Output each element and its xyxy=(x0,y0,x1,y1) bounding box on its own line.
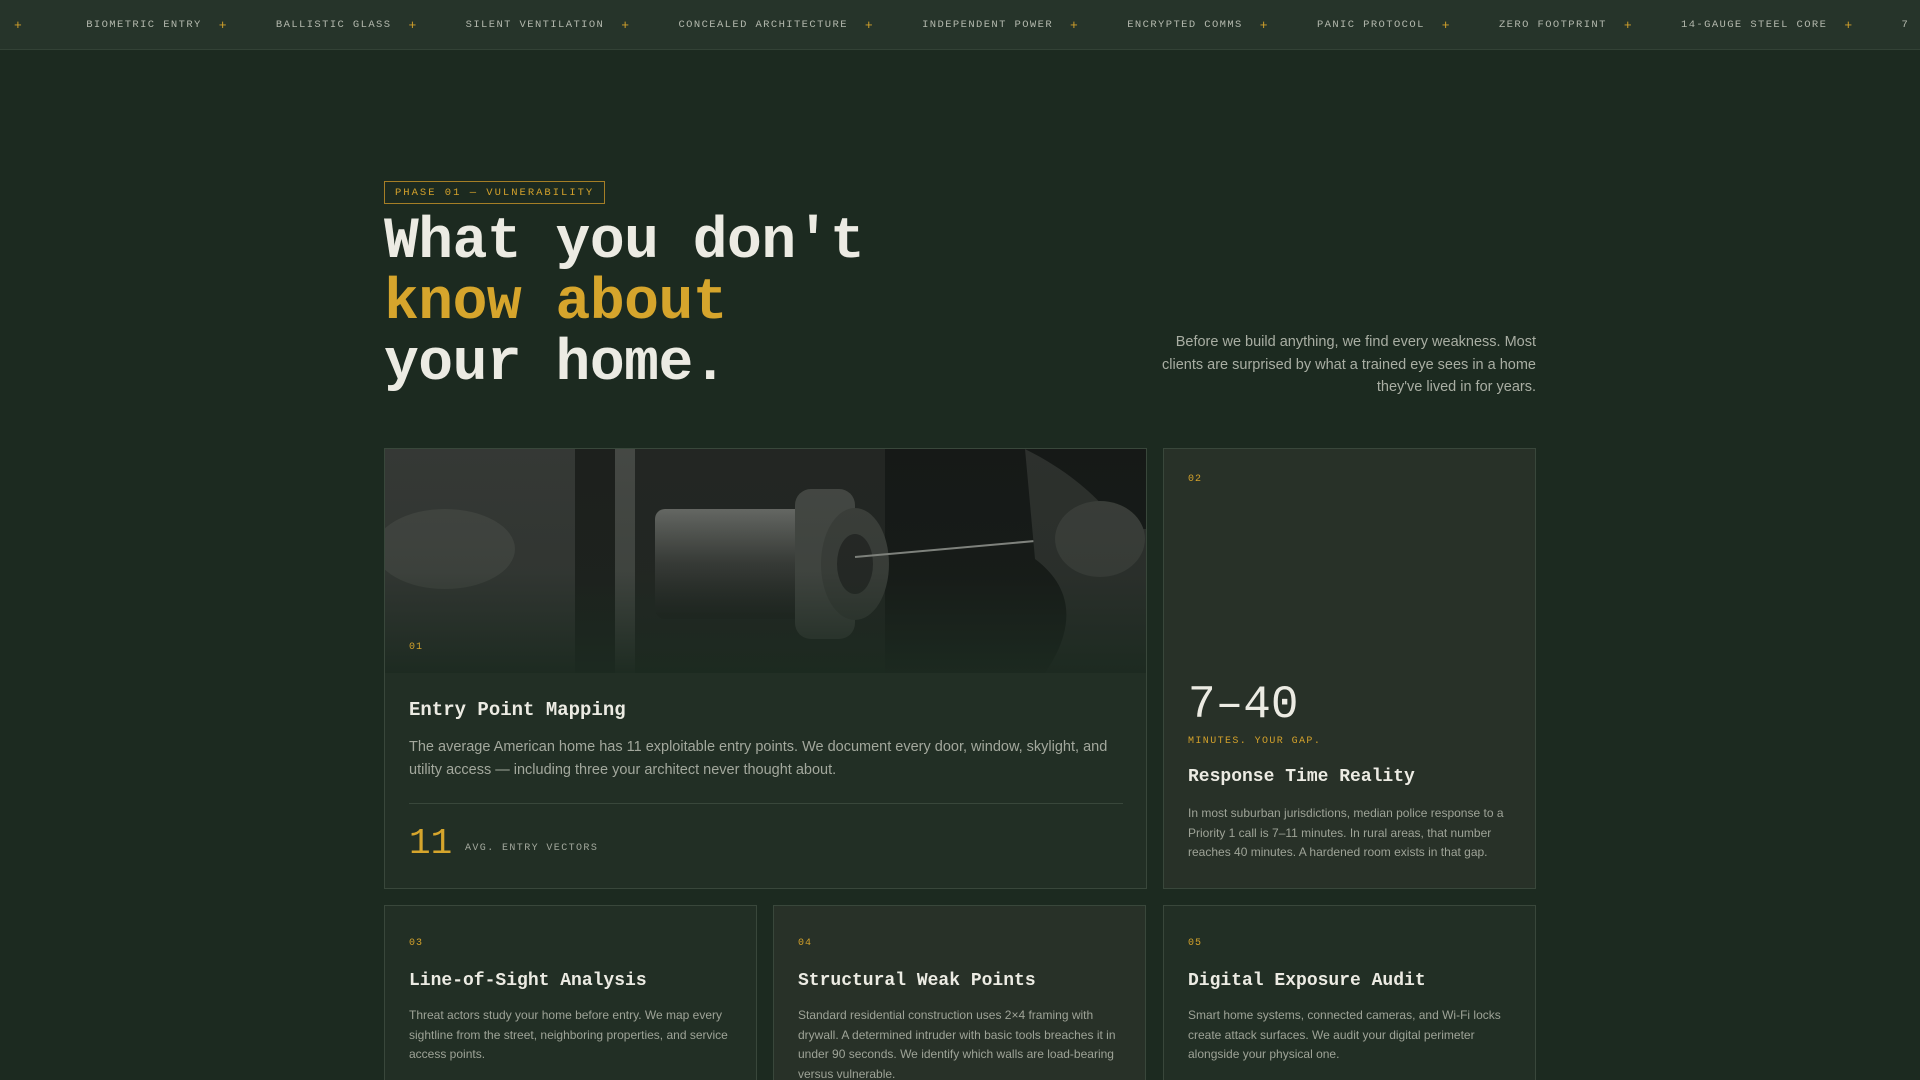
ticker-item-label: PANIC PROTOCOL xyxy=(1316,19,1425,31)
page-headline: What you don't know about your home. xyxy=(384,210,865,397)
card-title: Line-of-Sight Analysis xyxy=(409,971,647,991)
card-title: Entry Point Mapping xyxy=(409,699,626,721)
card-line-of-sight: 03 Line-of-Sight Analysis Threat actors … xyxy=(384,905,757,1080)
card-number: 01 xyxy=(409,642,424,653)
card-number: 02 xyxy=(1188,474,1203,485)
ticker-item: 14-GAUGE STEEL CORE + xyxy=(1681,18,1854,33)
response-range-stat: 7–40 xyxy=(1188,679,1299,731)
ticker-plus-icon: + xyxy=(1259,17,1269,33)
response-range-label: MINUTES. YOUR GAP. xyxy=(1188,736,1322,747)
ticker-item: SILENT VENTILATION + xyxy=(466,18,631,33)
ticker-item: INDEPENDENT POWER + xyxy=(922,18,1079,33)
ticker-lead-plus-icon: + xyxy=(14,17,24,33)
ticker-item-label: CONCEALED ARCHITECTURE xyxy=(678,19,848,31)
headline-line-2-accent: know about xyxy=(384,271,728,336)
ticker-item: CONCEALED ARCHITECTURE + xyxy=(678,18,874,33)
lock-picking-photo xyxy=(385,449,1146,673)
card-digital-exposure: 05 Digital Exposure Audit Smart home sys… xyxy=(1163,905,1536,1080)
card-entry-point-mapping: 01 Entry Point Mapping The average Ameri… xyxy=(384,448,1147,889)
ticker-item: ENCRYPTED COMMS + xyxy=(1127,18,1269,33)
feature-ticker: + BIOMETRIC ENTRY + BALLISTIC GLASS + SILENT… xyxy=(0,0,1920,50)
ticker-plus-icon: + xyxy=(1844,17,1854,33)
card-description: In most suburban jurisdictions, median p… xyxy=(1188,806,1504,859)
headline-line-1: What you don't xyxy=(384,210,865,275)
ticker-item-label: BALLISTIC GLASS xyxy=(275,19,392,31)
ticker-plus-icon: + xyxy=(408,17,418,33)
ticker-plus-icon: + xyxy=(218,17,228,33)
entry-vectors-label: AVG. ENTRY VECTORS xyxy=(465,843,599,854)
ticker-track: + BIOMETRIC ENTRY + BALLISTIC GLASS + SILENT… xyxy=(0,0,1920,49)
card-description: The average American home has 11 exploit… xyxy=(409,739,1108,778)
ticker-plus-icon: + xyxy=(864,17,875,33)
card-description: Standard residential construction uses 2… xyxy=(798,1008,1116,1080)
hero-intro: Before we build anything, we find every … xyxy=(1162,334,1536,395)
card-title: Digital Exposure Audit xyxy=(1188,971,1426,991)
ticker-plus-icon: + xyxy=(1070,17,1080,33)
ticker-plus-icon: + xyxy=(1623,17,1634,33)
card-divider xyxy=(409,803,1123,804)
card-title: Response Time Reality xyxy=(1188,767,1415,787)
ticker-item-label: BIOMETRIC ENTRY xyxy=(86,19,202,31)
ticker-item: BALLISTIC GLASS + xyxy=(276,18,418,33)
card-number: 04 xyxy=(798,938,813,949)
ticker-item-label: ZERO FOOTPRINT xyxy=(1498,19,1607,31)
ticker-plus-icon: + xyxy=(1441,17,1451,33)
card-description: Threat actors study your home before ent… xyxy=(409,1008,728,1061)
ticker-trailing-text: 7 xyxy=(1901,19,1910,31)
card-title: Structural Weak Points xyxy=(798,971,1036,991)
headline-line-3: your home. xyxy=(384,332,728,397)
card-number: 05 xyxy=(1188,938,1203,949)
lock-photo-illustration xyxy=(385,449,1146,673)
ticker-item-label: SILENT VENTILATION xyxy=(465,19,605,31)
ticker-item: BIOMETRIC ENTRY + xyxy=(86,18,228,33)
ticker-item-label: 14-GAUGE STEEL CORE xyxy=(1681,19,1828,31)
ticker-item-label: ENCRYPTED COMMS xyxy=(1127,19,1243,31)
card-structural-weak-points: 04 Structural Weak Points Standard resid… xyxy=(773,905,1146,1080)
ticker-item-label: INDEPENDENT POWER xyxy=(922,19,1054,31)
phase-tag: PHASE 01 — VULNERABILITY xyxy=(384,181,606,204)
card-description: Smart home systems, connected cameras, a… xyxy=(1188,1008,1501,1061)
card-response-time: 02 7–40 MINUTES. YOUR GAP. Response Time… xyxy=(1163,448,1536,889)
ticker-item: ZERO FOOTPRINT + xyxy=(1499,18,1633,33)
card-number: 03 xyxy=(409,938,424,949)
entry-vectors-stat: 11 xyxy=(409,823,453,864)
ticker-plus-icon: + xyxy=(621,17,631,33)
ticker-item: PANIC PROTOCOL + xyxy=(1317,18,1451,33)
